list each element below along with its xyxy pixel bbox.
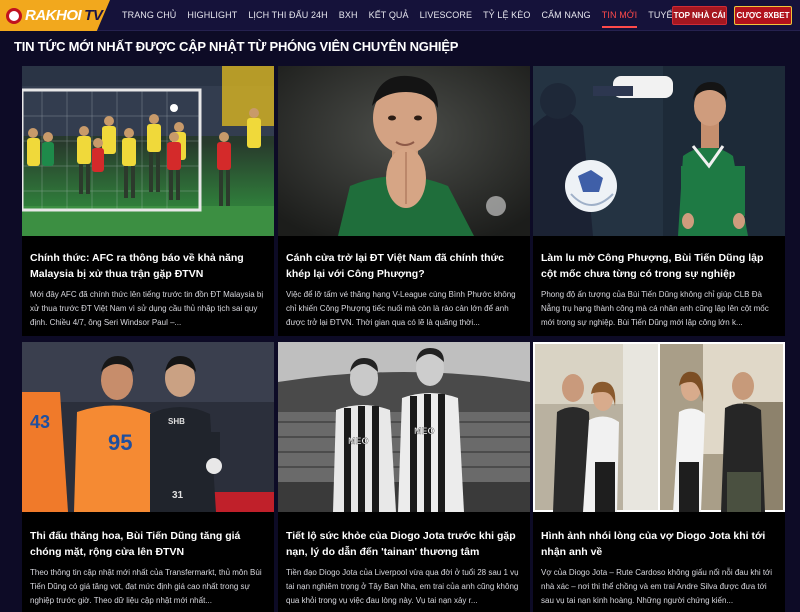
article-excerpt: Việc để lỡ tấm vé thăng hạng V-League cù…: [286, 290, 516, 327]
black-white-stadium-photo: MEO MEO: [278, 342, 530, 512]
article-excerpt: Mới đây AFC đã chính thức lên tiếng trướ…: [30, 290, 264, 327]
news-card[interactable]: 43 95 SHB 31 Thi đấu thăng hoa, Bùi Tiến…: [22, 342, 274, 612]
article-thumbnail-stadium[interactable]: MEO MEO: [278, 342, 530, 512]
top-bookmaker-button[interactable]: TOP NHÀ CÁI: [672, 6, 727, 25]
logo-text: RAKHOI TV: [25, 7, 103, 24]
jersey-number: 43: [30, 412, 50, 432]
article-excerpt: Phong độ ấn tượng của Bùi Tiến Dũng khôn…: [541, 290, 769, 327]
main-menu: TRANG CHỦ HIGHLIGHT LỊCH THI ĐẤU 24H BXH…: [122, 0, 720, 31]
article-title[interactable]: Tiết lộ sức khỏe của Diogo Jota trước kh…: [286, 528, 524, 560]
article-excerpt: Theo thông tin cập nhật mới nhất của Tra…: [30, 568, 262, 605]
news-card[interactable]: Cánh cửa trở lại ĐT Việt Nam đã chính th…: [278, 66, 530, 336]
article-title[interactable]: Hình ảnh nhói lòng của vợ Diogo Jota khi…: [541, 528, 779, 560]
player-clapping-photo: [278, 66, 530, 236]
nav-item-schedule[interactable]: LỊCH THI ĐẤU 24H: [248, 0, 327, 31]
players-orange-kit-photo: 43 95 SHB 31: [22, 342, 274, 512]
top-navigation-bar: RAKHOI TV TRANG CHỦ HIGHLIGHT LỊCH THI ĐẤ…: [0, 0, 800, 31]
article-excerpt: Vợ của Diogo Jota – Rute Cardoso không g…: [541, 568, 773, 605]
goalkeeper-ball-photo: [533, 66, 785, 236]
jersey-number: 95: [108, 430, 132, 455]
sponsor-text: MEO: [348, 436, 369, 446]
nav-item-home[interactable]: TRANG CHỦ: [122, 0, 176, 31]
article-thumbnail-mourners[interactable]: [533, 342, 785, 512]
nav-item-odds[interactable]: TỶ LỆ KÈO: [483, 0, 530, 31]
nav-item-livescore[interactable]: LIVESCORE: [420, 0, 472, 31]
news-card[interactable]: MEO MEO Tiết lộ sức khỏe của Diogo Jota …: [278, 342, 530, 612]
bet-8xbet-button[interactable]: CƯỢC 8XBET: [734, 6, 792, 25]
article-thumbnail-match[interactable]: [22, 66, 274, 236]
article-title[interactable]: Cánh cửa trở lại ĐT Việt Nam đã chính th…: [286, 250, 524, 282]
article-thumbnail-team[interactable]: 43 95 SHB 31: [22, 342, 274, 512]
nav-item-results[interactable]: KẾT QUẢ: [369, 0, 409, 31]
news-card[interactable]: Hình ảnh nhói lòng của vợ Diogo Jota khi…: [533, 342, 785, 612]
nav-item-highlight[interactable]: HIGHLIGHT: [187, 0, 237, 31]
article-title[interactable]: Thi đấu thăng hoa, Bùi Tiến Dũng tăng gi…: [30, 528, 268, 560]
jersey-number: 31: [172, 490, 184, 501]
sponsor-text: SHB: [168, 417, 185, 426]
nav-item-standings[interactable]: BXH: [339, 0, 358, 31]
ball-logo-icon: [6, 7, 22, 24]
football-match-photo: [22, 66, 274, 236]
article-excerpt: Tiền đạo Diogo Jota của Liverpool vừa qu…: [286, 568, 519, 605]
article-title[interactable]: Chính thức: AFC ra thông báo về khả năng…: [30, 250, 268, 282]
news-card[interactable]: Làm lu mờ Công Phượng, Bùi Tiến Dũng lập…: [533, 66, 785, 336]
site-logo[interactable]: RAKHOI TV: [0, 0, 110, 31]
two-photo-collage: [533, 342, 785, 512]
page-title: TIN TỨC MỚI NHẤT ĐƯỢC CẬP NHẬT TỪ PHÓNG …: [14, 39, 459, 54]
article-thumbnail-player[interactable]: [278, 66, 530, 236]
sponsor-text: MEO: [414, 426, 435, 436]
nav-item-news[interactable]: TIN MỚI: [601, 0, 638, 31]
news-card[interactable]: Chính thức: AFC ra thông báo về khả năng…: [22, 66, 274, 336]
article-thumbnail-player-ball[interactable]: [533, 66, 785, 236]
article-title[interactable]: Làm lu mờ Công Phượng, Bùi Tiến Dũng lập…: [541, 250, 779, 282]
nav-item-guide[interactable]: CẨM NANG: [541, 0, 590, 31]
